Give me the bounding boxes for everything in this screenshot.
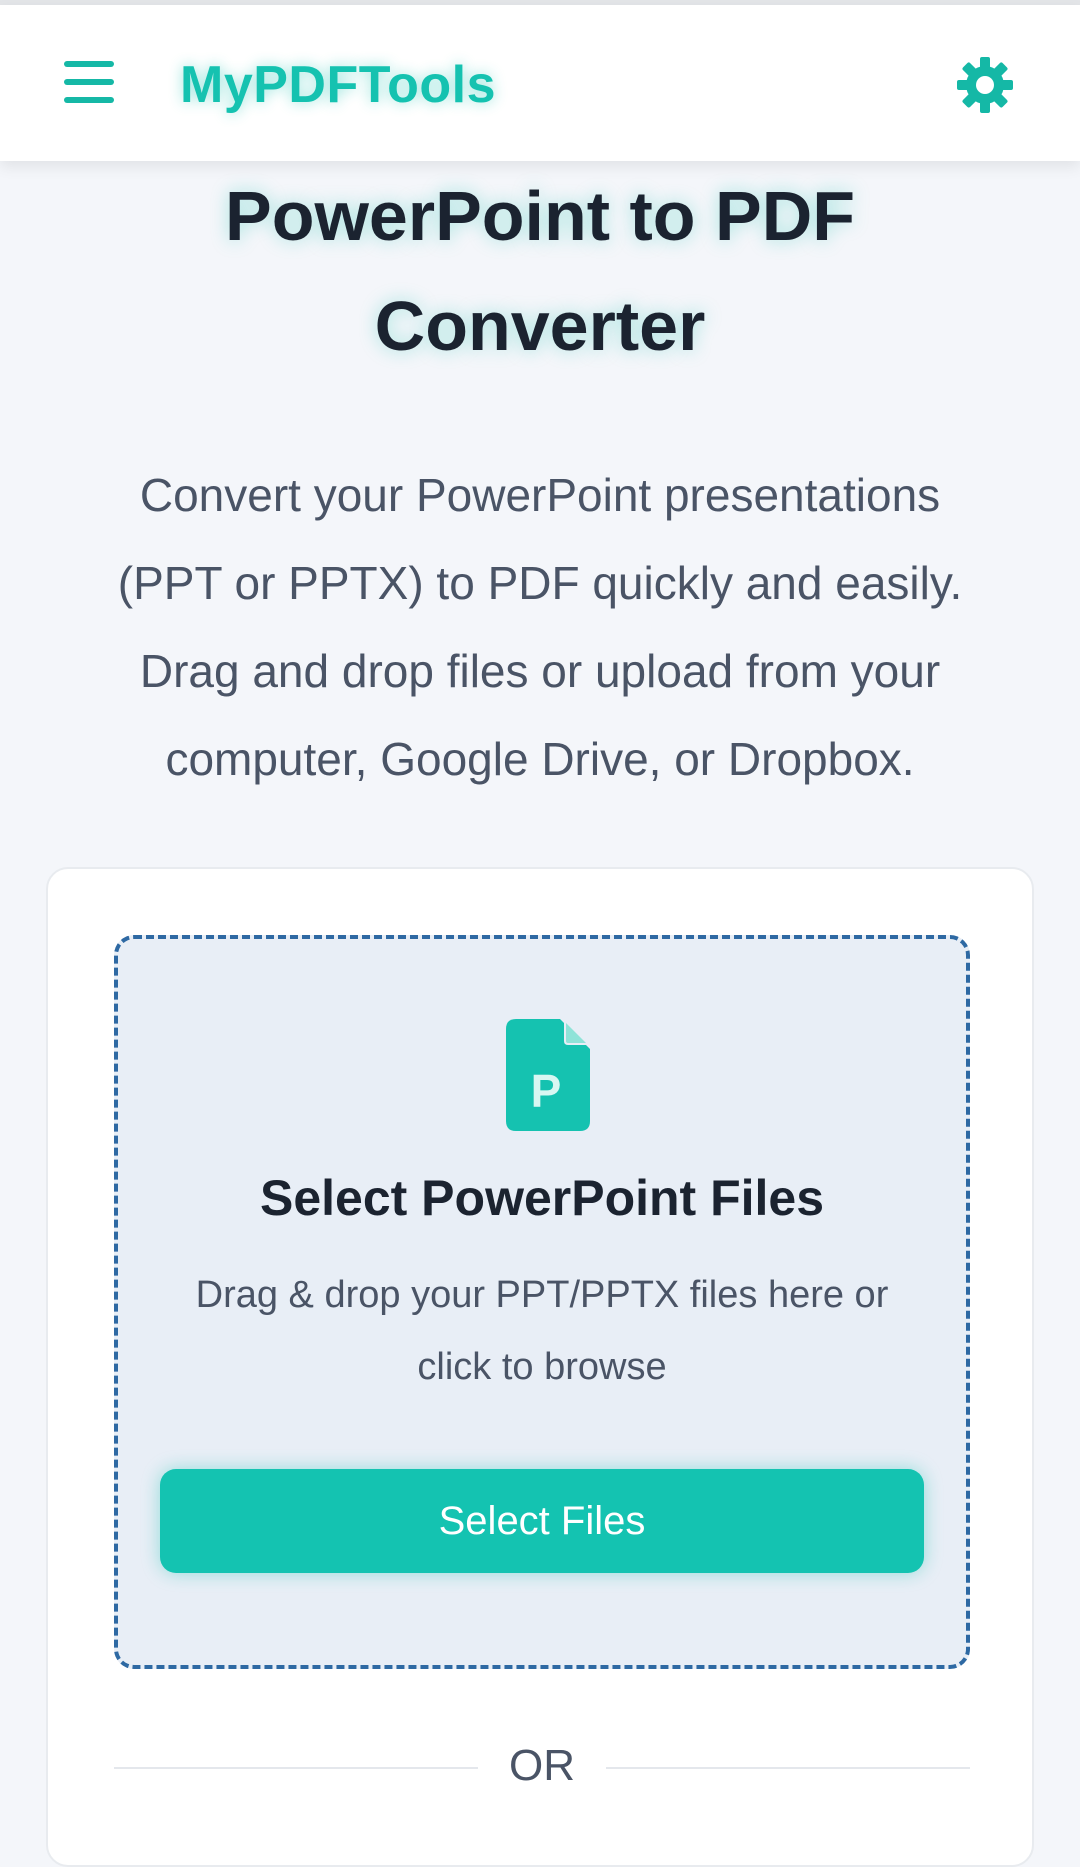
file-dropzone[interactable]: P Select PowerPoint Files Drag & drop yo…	[114, 935, 970, 1669]
page-title-line-2: Converter	[374, 287, 706, 365]
upload-title: Select PowerPoint Files	[259, 1170, 825, 1226]
description-line: Drag and drop files or upload from your	[139, 645, 941, 697]
upload-hint-line-1: Drag & drop your PPT/PPTX files here or	[195, 1274, 889, 1316]
upload-card: P Select PowerPoint Files Drag & drop yo…	[46, 867, 1034, 1867]
gear-icon[interactable]	[955, 55, 1015, 115]
page-title-line-1: PowerPoint to PDF	[225, 177, 855, 255]
or-label: OR	[509, 1741, 575, 1790]
description-line: Convert your PowerPoint presentations	[139, 469, 941, 521]
brand-logo-text[interactable]: MyPDFTools	[180, 55, 496, 115]
upload-hint-line-2: click to browse	[417, 1346, 667, 1388]
file-icon-letter: P	[531, 1065, 562, 1117]
description-line: (PPT or PPTX) to PDF quickly and easily.	[117, 557, 963, 609]
upload-hint: Drag & drop your PPT/PPTX files here or …	[158, 1259, 926, 1403]
powerpoint-file-icon: P	[506, 1019, 590, 1131]
or-divider: OR	[114, 1737, 970, 1797]
divider-line-right	[606, 1767, 970, 1769]
app-header: MyPDFTools	[0, 5, 1080, 161]
description-line: computer, Google Drive, or Dropbox.	[165, 733, 915, 785]
page-title: PowerPoint to PDF Converter	[90, 161, 990, 381]
hamburger-menu-icon[interactable]	[64, 61, 114, 103]
page-description: Convert your PowerPoint presentations (P…	[60, 451, 1020, 803]
select-files-button[interactable]: Select Files	[160, 1469, 924, 1573]
main-content: PowerPoint to PDF Converter Convert your…	[0, 161, 1080, 1867]
divider-line-left	[114, 1767, 478, 1769]
